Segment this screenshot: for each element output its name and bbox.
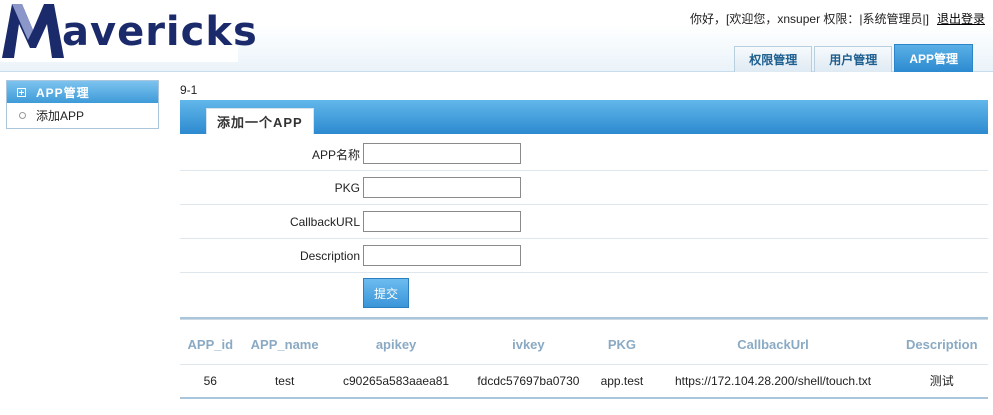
table-divider <box>180 317 988 320</box>
col-header-pkg: PKG <box>607 336 636 352</box>
sidebar-item-add-app[interactable]: 添加APP <box>7 103 158 128</box>
app-name-label: APP名称 <box>311 147 360 162</box>
col-header-app-id: APP_id <box>187 336 234 352</box>
tab-app-management[interactable]: APP管理 <box>894 44 973 72</box>
cell-app-id: 56 <box>180 363 241 399</box>
form-row-pkg: PKG <box>180 171 988 205</box>
description-input[interactable] <box>363 245 521 266</box>
logo-m-icon <box>2 4 64 58</box>
sidebar-section-header[interactable]: APP管理 <box>7 81 158 103</box>
main-nav-tabs: 权限管理 用户管理 APP管理 <box>732 44 973 72</box>
sidebar-item-label: 添加APP <box>36 109 85 123</box>
cell-callback-url: https://172.104.28.200/shell/touch.txt <box>650 363 896 399</box>
sidebar-section-title: APP管理 <box>36 85 90 100</box>
col-header-callback-url: CallbackUrl <box>737 336 809 352</box>
cell-app-name: test <box>240 363 329 399</box>
form-row-description: Description <box>180 239 988 273</box>
pkg-input[interactable] <box>363 177 521 198</box>
expand-plus-icon <box>17 87 26 97</box>
table-spacer <box>180 354 988 364</box>
cell-ivkey: fdcdc57697ba0730 <box>463 363 594 399</box>
panel-header-bar: 添加一个APP <box>180 100 988 134</box>
col-header-app-name: APP_name <box>250 336 319 352</box>
description-label: Description <box>299 249 360 263</box>
breadcrumb: 9-1 <box>180 83 198 97</box>
logout-link[interactable]: 退出登录 <box>937 12 985 26</box>
table-header-row: APP_id APP_name apikey ivkey PKG Callbac… <box>180 334 988 354</box>
app-table-section: APP_id APP_name apikey ivkey PKG Callbac… <box>180 317 988 399</box>
user-greeting: 你好，[欢迎您，xnsuper 权限：|系统管理员|] <box>690 12 929 26</box>
logo: avericks <box>0 0 257 62</box>
tab-permission-management[interactable]: 权限管理 <box>734 46 813 72</box>
user-info-bar: 你好，[欢迎您，xnsuper 权限：|系统管理员|] 退出登录 <box>690 10 985 27</box>
cell-description: 测试 <box>895 363 988 399</box>
table-row[interactable]: 56 test c90265a583aaea81 fdcdc57697ba073… <box>180 363 988 399</box>
callback-url-input[interactable] <box>363 211 521 232</box>
form-row-app-name: APP名称 <box>180 137 988 171</box>
callback-url-label: CallbackURL <box>289 215 360 229</box>
col-header-apikey: apikey <box>375 336 417 352</box>
col-header-ivkey: ivkey <box>512 336 545 352</box>
panel-title: 添加一个APP <box>206 108 314 134</box>
submit-button[interactable]: 提交 <box>363 278 409 308</box>
col-header-description: Description <box>906 336 978 352</box>
tab-user-management[interactable]: 用户管理 <box>814 46 893 72</box>
form-row-callback-url: CallbackURL <box>180 205 988 239</box>
logo-text: avericks <box>62 9 258 55</box>
cell-pkg: app.test <box>593 363 651 399</box>
pkg-label: PKG <box>334 181 360 195</box>
sidebar: APP管理 添加APP <box>6 80 159 129</box>
app-name-input[interactable] <box>363 143 521 164</box>
cell-apikey: c90265a583aaea81 <box>328 363 464 399</box>
form-row-submit: 提交 <box>180 273 988 317</box>
bullet-circle-icon <box>19 112 26 119</box>
add-app-form: APP名称 PKG CallbackURL Description 提交 <box>180 137 988 317</box>
app-table: APP_id APP_name apikey ivkey PKG Callbac… <box>180 334 988 399</box>
app-header: avericks 你好，[欢迎您，xnsuper 权限：|系统管理员|] 退出登录… <box>0 0 993 72</box>
